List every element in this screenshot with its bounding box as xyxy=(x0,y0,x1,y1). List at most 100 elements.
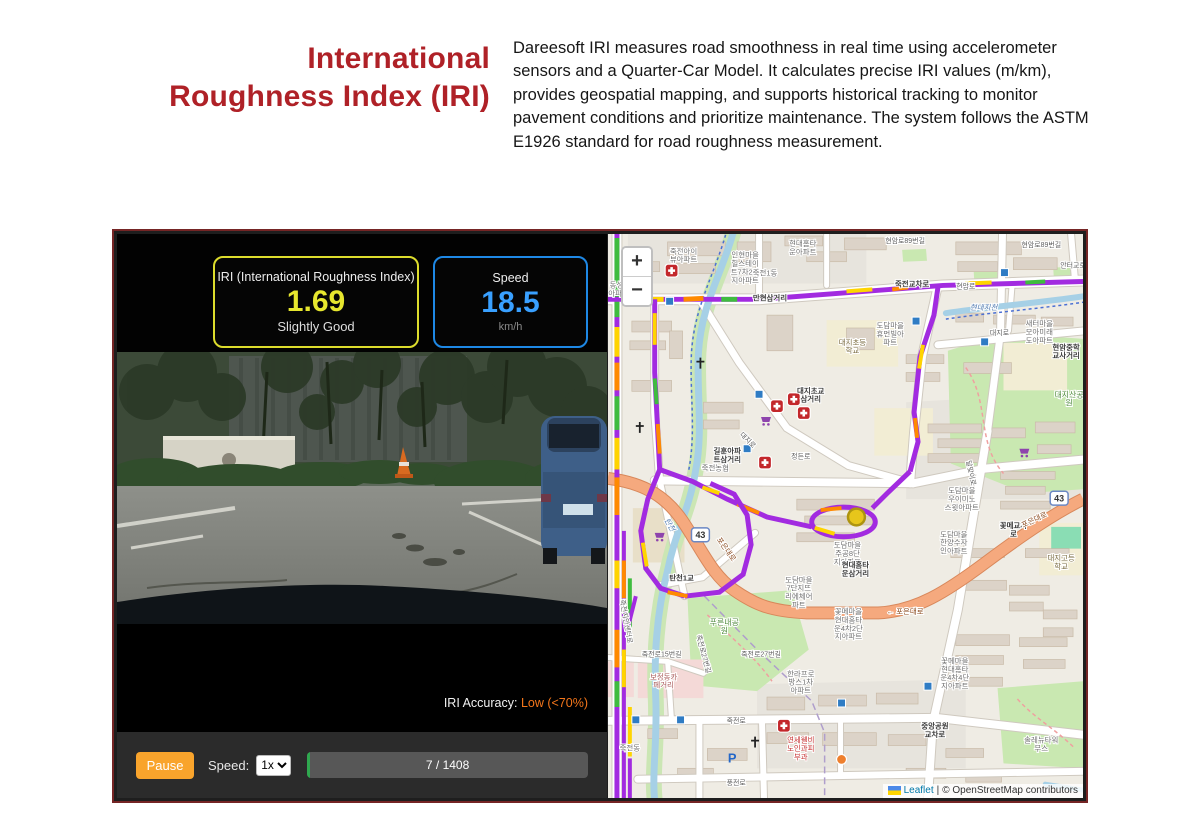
map-label: 죽전동 xyxy=(620,743,641,753)
iri-status: Slightly Good xyxy=(277,319,354,334)
page-title: International Roughness Index (IRI) xyxy=(58,40,490,117)
video-footer: IRI Accuracy: Low (<70%) xyxy=(117,624,607,732)
speed-select[interactable]: 1x xyxy=(256,755,291,776)
building xyxy=(630,341,666,350)
map-label: 현대홈타운아파트 xyxy=(789,238,817,256)
iri-dashboard-panel: IRI (International Roughness Index) 1.69… xyxy=(112,229,1088,803)
flame-marker-icon xyxy=(837,754,847,764)
blue-square-marker-icon xyxy=(924,682,932,690)
speed-value: 18.5 xyxy=(481,287,539,319)
map-label: 풍전로 xyxy=(727,778,747,787)
iri-card-label: IRI (International Roughness Index) xyxy=(217,270,414,284)
current-position-marker[interactable] xyxy=(848,509,865,526)
building xyxy=(958,262,998,272)
building xyxy=(1019,638,1067,647)
map-label: 탄천1교 xyxy=(669,572,694,582)
speed-select-label: Speed: xyxy=(208,758,249,773)
title-line-2: Roughness Index (IRI) xyxy=(169,80,490,113)
map-label: 죽전교차로 xyxy=(895,278,929,288)
dashcam-frame xyxy=(117,352,607,624)
map-area-park xyxy=(902,249,927,262)
map-panel: 4343P죽전아이뷰아파트인현마을힐스테이트7차2단지아파트만현삼거리동성1차아… xyxy=(608,234,1083,798)
map-label: 죽전농협 xyxy=(702,463,729,473)
map-label: 죽전로27번길 xyxy=(741,650,781,659)
progress-bar[interactable]: 7 / 1408 xyxy=(307,752,588,778)
description-text: Dareesoft IRI measures road smoothness i… xyxy=(513,37,1107,154)
blue-square-marker-icon xyxy=(981,338,989,346)
map-zoom-out-button[interactable]: − xyxy=(623,277,651,305)
map-zoom-in-button[interactable]: + xyxy=(623,248,651,277)
building xyxy=(1037,445,1071,454)
building xyxy=(988,428,1026,438)
map-label: 한라프로방스1차아파트 xyxy=(787,669,815,695)
building xyxy=(670,331,683,359)
hospital-marker-icon xyxy=(797,407,810,420)
building xyxy=(703,420,739,429)
map-label: 정든로 xyxy=(791,452,811,461)
map-label: 새터마을모아미래도아파트 xyxy=(1026,319,1054,345)
map-label: 현암로 xyxy=(956,282,976,290)
license-plate xyxy=(563,504,593,515)
map-area-school xyxy=(874,408,933,455)
iri-route-segment xyxy=(684,298,704,299)
map-label: 대지로 xyxy=(990,328,1010,337)
osm-attribution: © OpenStreetMap contributors xyxy=(942,785,1078,796)
route-43-shield: 43 xyxy=(691,528,709,542)
hospital-marker-icon xyxy=(759,456,772,469)
building xyxy=(1023,659,1065,668)
map-label: 중앙공원교차로 xyxy=(921,721,949,739)
parking-icon: P xyxy=(728,750,737,765)
blue-square-marker-icon xyxy=(755,390,763,398)
speed-card: Speed 18.5 km/h xyxy=(433,256,588,348)
map-area-field xyxy=(1051,527,1081,549)
road xyxy=(1071,234,1075,281)
map-label: 죽전1동 xyxy=(753,268,778,278)
hospital-marker-icon xyxy=(777,719,790,732)
building xyxy=(845,238,887,250)
iri-accuracy: IRI Accuracy: Low (<70%) xyxy=(444,696,588,710)
ukraine-flag-icon xyxy=(888,786,901,795)
map-label: 현대홈타운삼거리 xyxy=(842,559,870,577)
title-line-1: International xyxy=(307,42,490,75)
building xyxy=(946,749,984,758)
map-label: 현대지천 xyxy=(970,303,999,312)
map-label: 죽전로15번길 xyxy=(642,650,682,659)
iri-route-segment xyxy=(846,289,872,291)
leaflet-link[interactable]: Leaflet xyxy=(904,785,934,796)
attribution-separator: | xyxy=(937,785,940,796)
map-zoom-control: + − xyxy=(621,246,653,307)
speed-card-label: Speed xyxy=(492,271,528,285)
map-attribution: Leaflet | © OpenStreetMap contributors xyxy=(883,784,1083,798)
map-label: 꽃메마을현대홈타운4차2단지아파트 xyxy=(834,607,863,641)
building xyxy=(1035,422,1075,433)
blue-suv xyxy=(541,416,607,564)
map-label: 인현마을힐스테이트7차2단지아파트 xyxy=(731,250,760,285)
iri-route-segment xyxy=(915,418,917,438)
iri-route-segment xyxy=(821,508,842,510)
building xyxy=(1001,471,1056,479)
building xyxy=(964,363,1012,374)
page: International Roughness Index (IRI) Daree… xyxy=(0,0,1190,817)
building xyxy=(1043,610,1077,619)
hospital-marker-icon xyxy=(665,264,678,277)
map-label: 꽃메마을현대홈타운4차4단지아파트 xyxy=(940,656,969,690)
map-label: 대지초교삼거리 xyxy=(797,385,825,403)
map-label: ← 포은대로 xyxy=(887,607,924,616)
blue-square-marker-icon xyxy=(632,716,640,724)
stats-bar: IRI (International Roughness Index) 1.69… xyxy=(117,234,607,352)
svg-text:43: 43 xyxy=(1054,493,1064,503)
building xyxy=(767,315,793,351)
iri-accuracy-value: Low (<70%) xyxy=(521,696,588,710)
map-label: 안터교로 xyxy=(1060,261,1083,270)
iri-route-segment xyxy=(1025,281,1045,282)
video-dashboard: IRI (International Roughness Index) 1.69… xyxy=(117,234,607,798)
dashcam-video[interactable] xyxy=(117,352,607,624)
map-label: 죽전로 xyxy=(727,716,747,725)
map-label: 도담마을우이미노스윗아파트 xyxy=(945,485,979,512)
leaflet-map[interactable]: 4343P죽전아이뷰아파트인현마을힐스테이트7차2단지아파트만현삼거리동성1차아… xyxy=(608,234,1083,798)
building xyxy=(1013,258,1057,270)
map-label: 현암중학교사거리 xyxy=(1052,342,1080,360)
building xyxy=(1009,585,1049,595)
pause-button[interactable]: Pause xyxy=(136,752,194,779)
iri-value: 1.69 xyxy=(287,286,345,318)
